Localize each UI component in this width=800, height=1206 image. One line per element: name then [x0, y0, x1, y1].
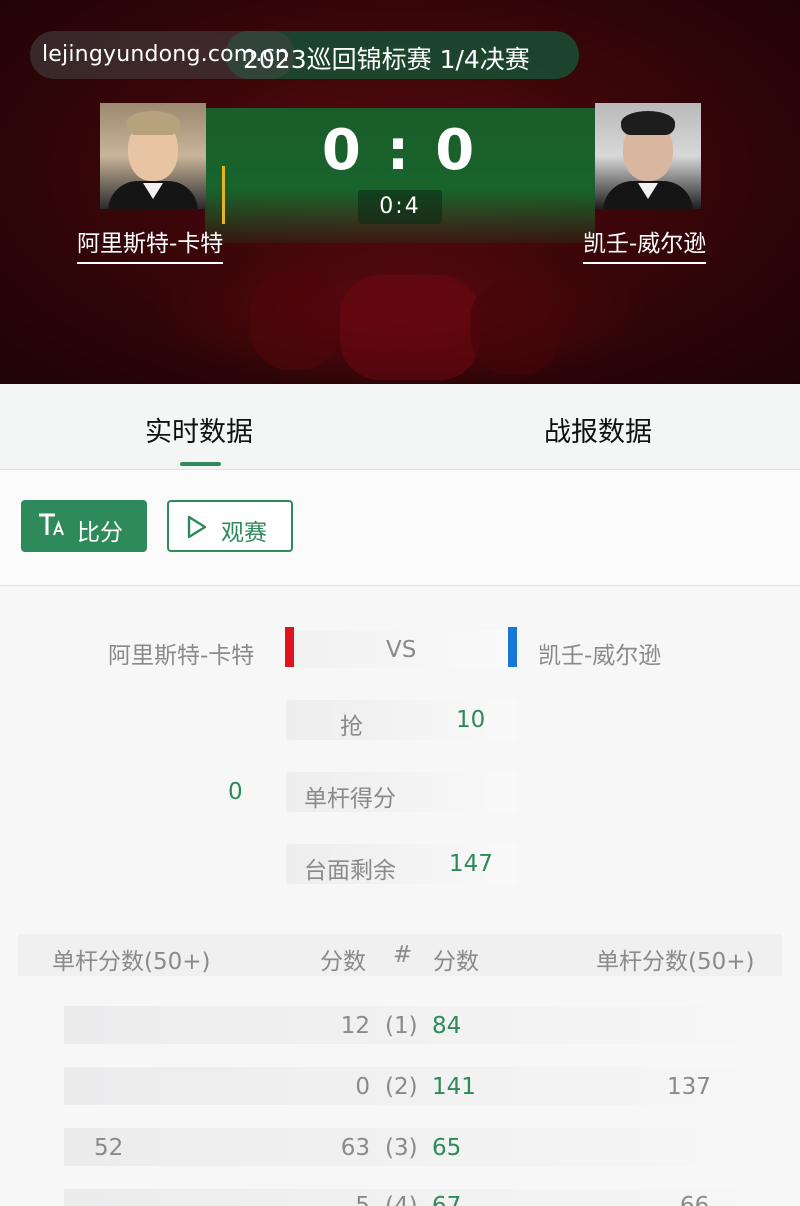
col-left-score: 分数	[320, 949, 366, 975]
photo-hair	[621, 111, 675, 135]
right-break-cell: 137	[667, 1074, 711, 1100]
photo-hair	[126, 111, 180, 135]
right-score-cell: 141	[432, 1074, 476, 1100]
play-icon	[187, 515, 207, 539]
stat-label: 抢	[340, 714, 363, 740]
frame-cell: (1)	[385, 1013, 418, 1039]
watch-button-label: 观赛	[221, 520, 267, 546]
col-right-score: 分数	[433, 949, 479, 975]
left-score-cell: 63	[340, 1135, 370, 1161]
vs-label: VS	[386, 637, 417, 663]
left-player-color	[285, 627, 294, 667]
stat-value: 147	[449, 851, 493, 877]
left-score-cell: 5	[355, 1193, 370, 1206]
stat-label: 单杆得分	[304, 786, 396, 812]
right-score-cell: 84	[432, 1013, 462, 1039]
right-score-cell: 65	[432, 1135, 462, 1161]
tab-live-data[interactable]: 实时数据	[145, 410, 253, 449]
col-frame: #	[393, 942, 413, 968]
text-size-icon	[39, 513, 64, 536]
frame-cell: (4)	[385, 1193, 418, 1206]
left-score-cell: 12	[340, 1013, 370, 1039]
player-photo-left[interactable]	[100, 103, 206, 209]
live-player-left: 阿里斯特-卡特	[108, 643, 255, 669]
right-score-cell: 67	[432, 1193, 462, 1206]
stat-value: 10	[456, 707, 486, 733]
right-player-color	[508, 627, 517, 667]
active-tab-indicator	[180, 462, 221, 466]
score-right: 0	[435, 118, 479, 183]
frame-cell: (3)	[385, 1135, 418, 1161]
watermark: lejingyundong.com.cn	[42, 42, 290, 67]
table-shadow	[250, 270, 340, 370]
stat-label: 台面剩余	[304, 858, 396, 884]
left-score-cell: 0	[355, 1074, 370, 1100]
left-break-cell: 52	[94, 1135, 124, 1161]
player-photo-right[interactable]	[595, 103, 701, 209]
score-separator: :	[386, 118, 414, 183]
col-left-breaks: 单杆分数(50+)	[52, 949, 211, 975]
turn-indicator	[222, 166, 225, 224]
tab-bar	[0, 384, 800, 470]
match-title: 2023巡回锦标赛 1/4决赛	[243, 45, 530, 74]
right-break-cell: 66	[680, 1193, 710, 1206]
live-player-right: 凯壬-威尔逊	[538, 643, 662, 669]
col-right-breaks: 单杆分数(50+)	[596, 949, 755, 975]
player-name-left[interactable]: 阿里斯特-卡特	[77, 224, 224, 264]
tab-report-data[interactable]: 战报数据	[544, 410, 652, 449]
score-button[interactable]: 比分	[21, 500, 147, 552]
table-shadow	[470, 280, 560, 375]
score-button-label: 比分	[77, 520, 123, 546]
frame-cell: (2)	[385, 1074, 418, 1100]
watch-button[interactable]: 观赛	[167, 500, 293, 552]
score-left: 0	[321, 118, 365, 183]
frame-score: 0:4	[379, 194, 421, 219]
player-name-right[interactable]: 凯壬-威尔逊	[583, 224, 707, 264]
match-score: 0:0	[300, 118, 500, 183]
stat-left-value: 0	[228, 779, 243, 805]
table-shadow	[340, 275, 480, 380]
